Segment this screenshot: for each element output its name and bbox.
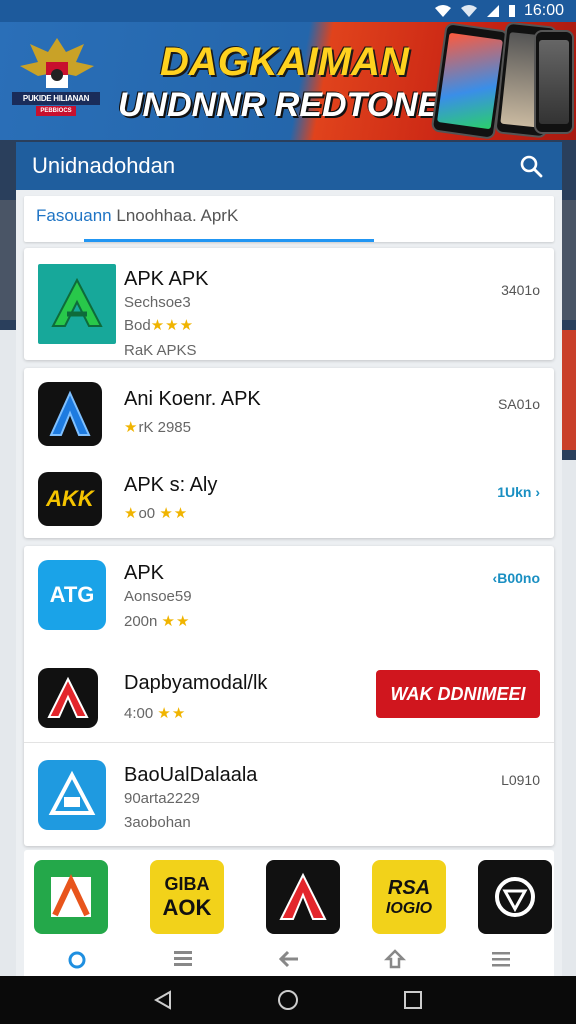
tab-other[interactable]: Lnoohhaa. AprK: [116, 206, 238, 225]
divider: [24, 742, 554, 743]
battery-icon: [508, 5, 515, 17]
app-name: APK s: Aly: [124, 474, 218, 496]
apk-triangle-icon: [38, 760, 106, 830]
background-panel-right: [562, 200, 576, 320]
star-rating-icon: ★★: [159, 505, 189, 522]
promo-banner[interactable]: PUKIDE HILIANAN PEBBIOCS DAGKAIMAN UNDNN…: [0, 22, 576, 140]
icon-text: IOGIO: [385, 899, 433, 917]
emblem-label: PUKIDE HILIANAN: [12, 92, 100, 105]
banner-title: DAGKAIMAN: [160, 40, 409, 84]
wifi-secondary-icon: [460, 5, 477, 17]
icon-text: AOK: [162, 894, 212, 920]
app-card[interactable]: ATG APK Aonsoe59 200n ★★ ‹B00no Dapbyamo…: [24, 546, 554, 846]
app-name: APK: [124, 562, 165, 584]
bottom-tab-bar: [24, 942, 554, 976]
apk-blue-a-icon: [38, 382, 102, 446]
app-card[interactable]: Ani Koenr. APK ★rK 2985 SA01o AKK APK s:…: [24, 368, 554, 538]
menu-icon[interactable]: [481, 944, 521, 974]
back-arrow-icon[interactable]: [269, 944, 309, 974]
app-size-text: B00no: [497, 570, 540, 586]
apk-atg-icon: ATG: [38, 560, 106, 630]
featured-app-green-icon[interactable]: [34, 860, 108, 934]
star-rating-icon: ★★★: [150, 317, 195, 334]
status-time: 16:00: [523, 2, 564, 19]
icon-text: RSA: [387, 876, 431, 899]
app-rating: ★rK 2985: [124, 418, 191, 436]
app-downloads: RaK APKS: [124, 342, 197, 359]
page-title: Unidnadohdan: [32, 153, 176, 178]
background-panel-left: [0, 200, 16, 320]
rating-label: o0: [138, 505, 156, 522]
app-size: ‹B00no: [493, 570, 540, 586]
emblem-sublabel: PEBBIOCS: [36, 106, 76, 116]
app-rating: Bod★★★: [124, 316, 194, 334]
apk-red-a-icon: [38, 668, 98, 728]
app-name: BaoUalDalaala: [124, 764, 258, 786]
app-size: 3401o: [501, 282, 540, 298]
app-size: L0910: [501, 772, 540, 788]
star-icon: ★: [124, 505, 139, 522]
apk-yellow-icon: AKK: [38, 472, 102, 526]
nav-recents-icon[interactable]: [393, 980, 433, 1020]
system-nav-bar: [0, 976, 576, 1024]
app-rating: 200n ★★: [124, 612, 190, 630]
list-item[interactable]: APK APK Sechsoe3 Bod★★★ RaK APKS 3401o: [24, 248, 554, 359]
star-rating-icon: ★★: [161, 613, 191, 630]
status-bar: 16:00: [0, 0, 576, 22]
rating-label: 200n: [124, 613, 158, 630]
apk-green-icon: [38, 264, 116, 344]
app-size-link[interactable]: 1Ukn ›: [497, 484, 540, 500]
nav-back-icon[interactable]: [143, 980, 183, 1020]
wifi-icon: [434, 5, 451, 17]
list-item[interactable]: ATG APK Aonsoe59 200n ★★ ‹B00no: [24, 546, 554, 636]
rating-label: Bod: [124, 317, 151, 334]
list-item[interactable]: AKK APK s: Aly ★o0 ★★ 1Ukn ›: [24, 458, 554, 548]
app-bar: Unidnadohdan: [16, 142, 562, 190]
background-panel-left-2: [0, 330, 16, 976]
tab-active[interactable]: Fasouann: [36, 206, 112, 225]
background-panel-right-2: [562, 330, 576, 450]
list-item[interactable]: Ani Koenr. APK ★rK 2985 SA01o: [24, 368, 554, 458]
app-store-sheet: Unidnadohdan Fasouann Lnoohhaa. AprK APK…: [16, 142, 562, 976]
star-icon: ★: [124, 419, 139, 436]
background-panel-right-3: [562, 460, 576, 976]
nav-home-icon[interactable]: [268, 980, 308, 1020]
rating-label: 4:00: [124, 705, 154, 722]
featured-apps-strip: GIBA AOK RSA IOGIO: [24, 850, 554, 976]
featured-app-yellow-icon[interactable]: GIBA AOK: [150, 860, 224, 934]
app-size: SA01o: [497, 396, 540, 412]
app-category: 3aobohan: [124, 814, 191, 831]
app-card[interactable]: APK APK Sechsoe3 Bod★★★ RaK APKS 3401o: [24, 248, 554, 360]
star-rating-icon: ★★: [157, 705, 187, 722]
list-item[interactable]: BaoUalDalaala 90arta2229 3aobohan L0910: [24, 746, 554, 836]
icon-text: AKK: [46, 486, 94, 511]
phone-illustration-3: [534, 30, 574, 134]
search-icon[interactable]: [516, 151, 546, 181]
tab-indicator: [84, 239, 374, 242]
app-name: Dapbyamodal/lk: [124, 672, 268, 694]
featured-app-dark-icon[interactable]: [478, 860, 552, 934]
app-size-text: 1Ukn: [497, 484, 532, 500]
app-developer: Aonsoe59: [124, 588, 192, 605]
home-icon[interactable]: [57, 944, 97, 974]
list-icon[interactable]: [163, 944, 203, 974]
featured-app-yellow-2-icon[interactable]: RSA IOGIO: [372, 860, 446, 934]
icon-text: ATG: [49, 582, 95, 607]
featured-app-red-a-icon[interactable]: [266, 860, 340, 934]
app-rating: ★o0 ★★: [124, 504, 188, 522]
install-button[interactable]: WAK DDNIMEEI: [376, 670, 540, 718]
chevron-right-icon: ›: [535, 484, 540, 500]
rating-count: rK 2985: [138, 419, 191, 436]
icon-text: GIBA: [164, 873, 210, 894]
app-name: Ani Koenr. APK: [124, 388, 261, 410]
upload-icon[interactable]: [375, 944, 415, 974]
signal-icon: [486, 5, 499, 17]
app-developer: 90arta2229: [124, 790, 200, 807]
app-developer: Sechsoe3: [124, 294, 191, 311]
tab-bar[interactable]: Fasouann Lnoohhaa. AprK: [24, 196, 554, 242]
app-name: APK APK: [124, 268, 209, 290]
app-rating: 4:00 ★★: [124, 704, 186, 722]
